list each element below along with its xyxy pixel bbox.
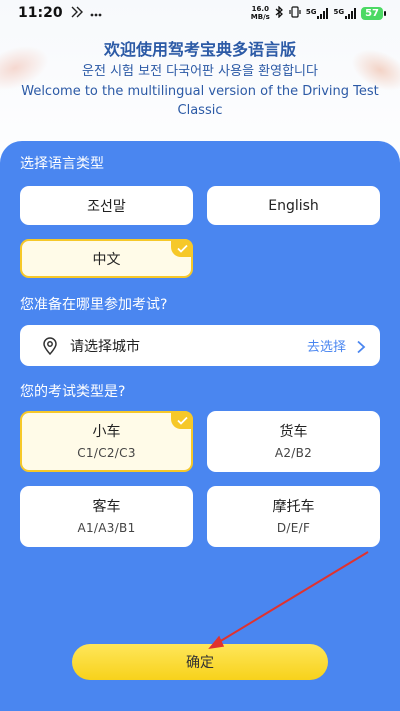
signal-icon	[317, 7, 329, 19]
status-time: 11:20	[18, 5, 63, 21]
exam-type-bus[interactable]: 客车 A1/A3/B1	[20, 486, 193, 547]
battery-icon: 57	[361, 6, 383, 20]
selected-check-icon	[171, 239, 193, 257]
exam-type-section-title: 您的考试类型是?	[20, 384, 126, 400]
vibrate-icon	[289, 5, 301, 21]
language-option-english[interactable]: English	[207, 186, 380, 225]
exam-type-truck[interactable]: 货车 A2/B2	[207, 411, 380, 472]
signal-icon	[345, 7, 357, 19]
language-section-title: 选择语言类型	[20, 156, 104, 172]
language-option-chinese[interactable]: 中文	[20, 239, 193, 278]
chevron-right-icon	[356, 339, 366, 353]
language-option-korean[interactable]: 조선말	[20, 186, 193, 225]
confirm-button[interactable]: 确定	[72, 644, 328, 680]
selected-check-icon	[171, 411, 193, 429]
welcome-title-english: Welcome to the multilingual version of t…	[21, 84, 379, 118]
city-section-title: 您准备在哪里参加考试?	[20, 297, 168, 313]
city-placeholder: 请选择城市	[70, 338, 140, 355]
sim1-label: 5G	[305, 7, 317, 16]
status-bar: 11:20 16.0 MB/s 5G 5G 57	[0, 0, 400, 26]
welcome-header: 欢迎使用驾考宝典多语言版 운전 시험 보전 다국어판 사용을 환영합니다 Wel…	[0, 38, 400, 120]
city-choose-link[interactable]: 去选择	[307, 336, 346, 355]
location-pin-icon	[42, 336, 58, 355]
city-selector[interactable]: 请选择城市 去选择	[20, 325, 380, 366]
welcome-title-chinese: 欢迎使用驾考宝典多语言版	[103, 40, 296, 59]
notification-icon	[71, 6, 84, 21]
network-speed: 16.0 MB/s	[250, 5, 270, 21]
more-icon	[90, 6, 102, 20]
bluetooth-icon	[275, 4, 284, 21]
exam-type-motorcycle[interactable]: 摩托车 D/E/F	[207, 486, 380, 547]
exam-type-car[interactable]: 小车 C1/C2/C3	[20, 411, 193, 472]
welcome-title-korean: 운전 시험 보전 다국어판 사용을 환영합니다	[82, 64, 318, 79]
sim2-label: 5G	[333, 7, 345, 16]
